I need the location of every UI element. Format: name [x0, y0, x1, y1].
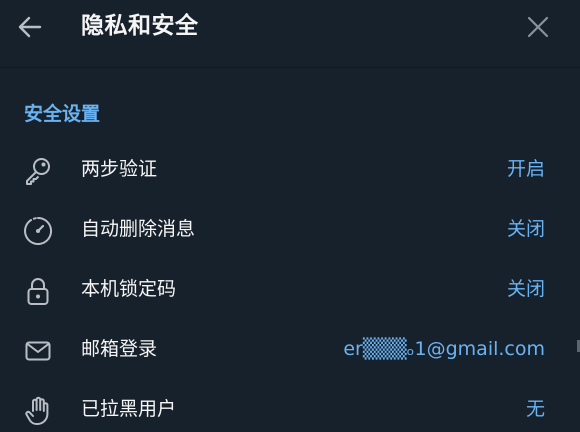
row-label: 自动删除消息: [81, 218, 196, 240]
row-value: 开启: [506, 158, 545, 180]
hand-icon: [22, 395, 54, 427]
arrow-left-icon: [18, 16, 42, 38]
header: 隐私和安全: [0, 0, 580, 68]
row-value: 无: [525, 398, 545, 420]
page-title: 隐私和安全: [81, 13, 199, 39]
row-label: 已拉黑用户: [81, 398, 177, 420]
row-value: er▒▒▒ₒ1@gmail.com: [343, 338, 545, 360]
two-step-verification-row[interactable]: 两步验证 开启: [0, 140, 580, 200]
section-title-security: 安全设置: [24, 103, 101, 125]
privacy-security-window: 隐私和安全 安全设置 两步验证 开启 自动删除消息 关闭 本机锁定码 关闭 邮箱…: [0, 0, 580, 432]
timer-icon: [22, 215, 54, 247]
row-label: 两步验证: [81, 158, 158, 180]
row-value: 关闭: [506, 278, 545, 300]
back-button[interactable]: [12, 9, 48, 45]
row-value: 关闭: [506, 218, 545, 240]
lock-icon: [22, 275, 54, 307]
row-label: 邮箱登录: [81, 338, 158, 360]
row-label: 本机锁定码: [81, 278, 177, 300]
auto-delete-messages-row[interactable]: 自动删除消息 关闭: [0, 200, 580, 260]
close-button[interactable]: [520, 9, 556, 45]
email-login-row[interactable]: 邮箱登录 er▒▒▒ₒ1@gmail.com: [0, 320, 580, 380]
close-icon: [527, 16, 549, 38]
blocked-users-row[interactable]: 已拉黑用户 无: [0, 380, 580, 432]
mail-icon: [22, 335, 54, 367]
key-icon: [22, 155, 54, 187]
local-passcode-row[interactable]: 本机锁定码 关闭: [0, 260, 580, 320]
